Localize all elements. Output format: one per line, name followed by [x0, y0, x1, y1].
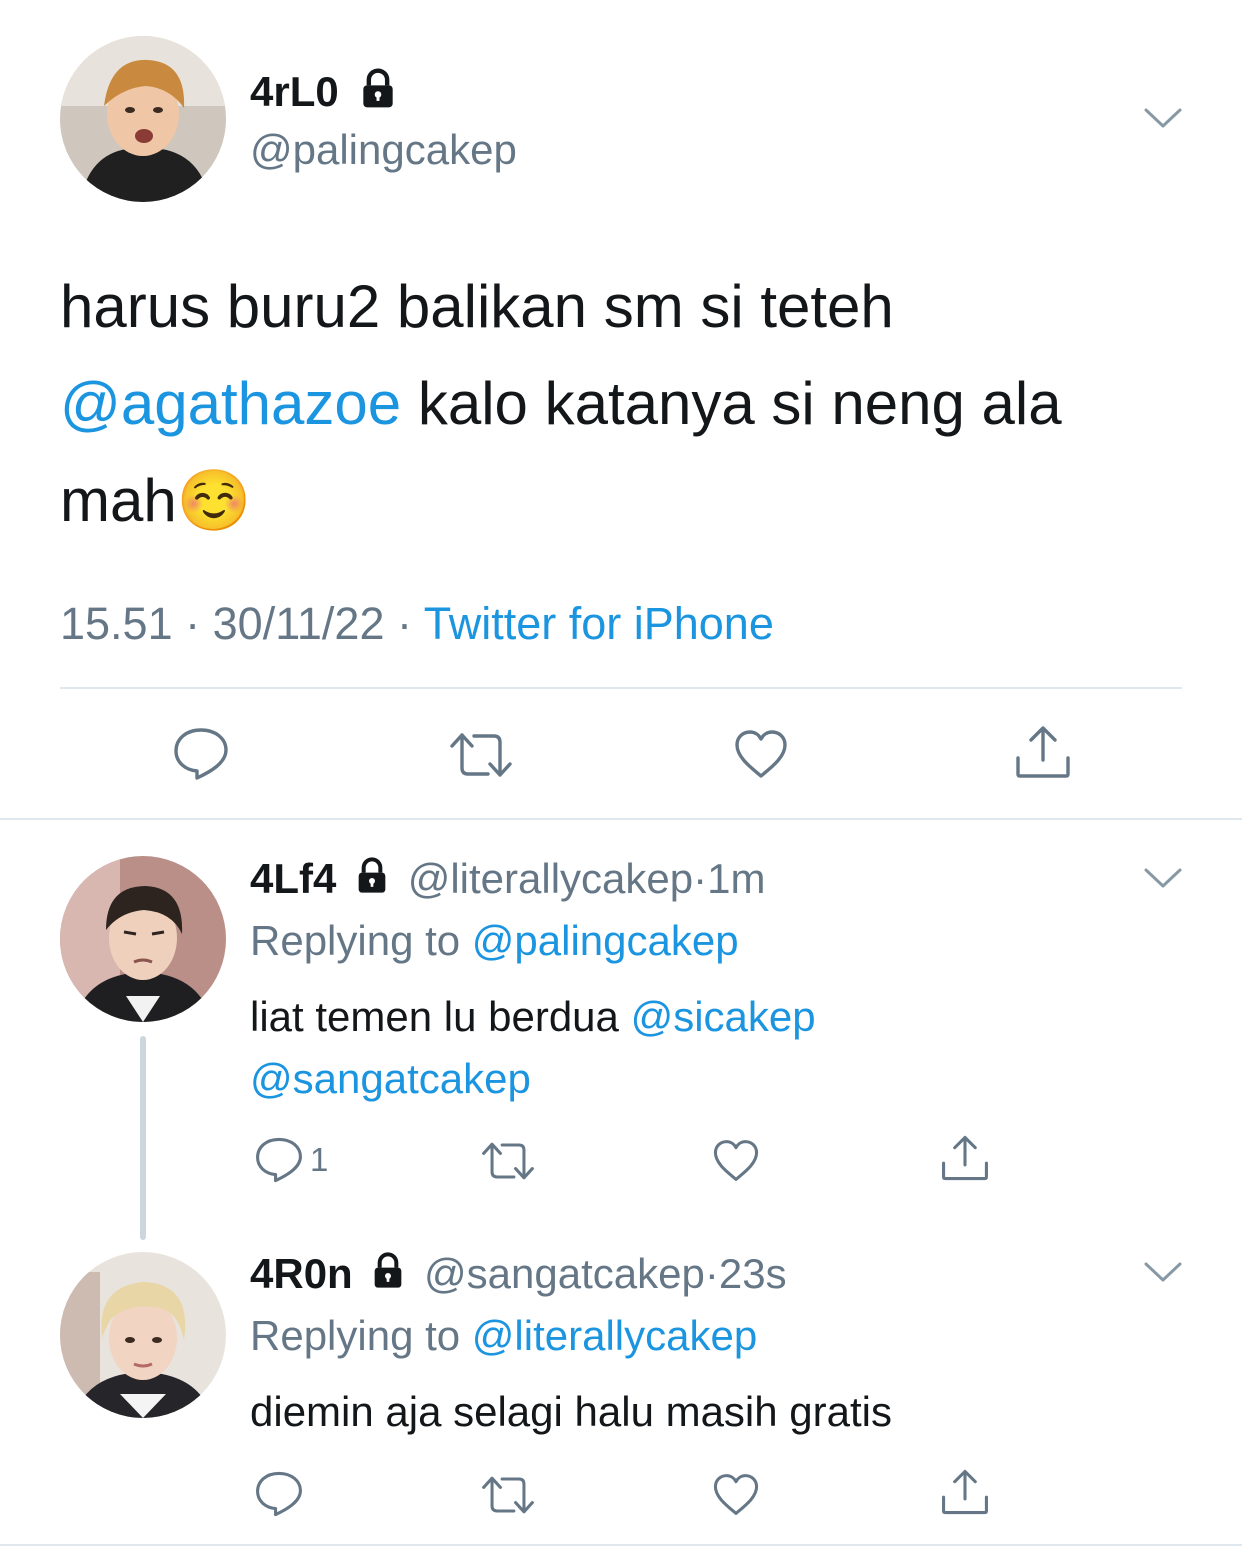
reply-button[interactable]: 1: [254, 1136, 328, 1184]
share-button[interactable]: [1014, 724, 1072, 780]
reply-age: 23s: [718, 1250, 787, 1297]
avatar-image: [60, 1252, 226, 1418]
like-button[interactable]: [733, 728, 789, 780]
avatar[interactable]: [60, 1252, 226, 1418]
display-name[interactable]: 4rL0: [250, 66, 400, 123]
like-icon: [712, 1472, 760, 1517]
meta-separator: ·: [704, 1250, 719, 1297]
retweet-button[interactable]: [480, 1140, 536, 1182]
display-name-text: 4rL0: [250, 68, 339, 115]
like-button[interactable]: [712, 1472, 760, 1517]
retweet-icon: [480, 1140, 536, 1182]
replying-to: Replying to @literallycakep: [250, 1310, 757, 1362]
like-icon: [733, 728, 789, 780]
lock-icon: [356, 67, 400, 123]
tweet-time: 15.51: [60, 598, 173, 649]
tweet-text: harus buru2 balikan sm si teteh @agathaz…: [60, 258, 1190, 549]
replying-label: Replying to: [250, 1312, 472, 1359]
thread-line: [140, 1036, 146, 1240]
lock-icon: [352, 856, 392, 908]
mention-link[interactable]: @sangatcakep: [250, 1055, 531, 1102]
chevron-down-icon[interactable]: [1142, 864, 1184, 894]
meta-separator: ·: [185, 598, 201, 649]
reply-icon: [254, 1136, 304, 1184]
mention-link[interactable]: @agathazoe: [60, 370, 401, 437]
replying-to-link[interactable]: @palingcakep: [472, 917, 739, 964]
avatar-image: [60, 36, 226, 202]
retweet-icon: [448, 730, 514, 780]
reply-text: diemin aja selagi halu masih gratis: [250, 1381, 1150, 1443]
share-icon: [940, 1468, 990, 1516]
divider: [60, 687, 1182, 689]
divider: [0, 1544, 1242, 1546]
display-name[interactable]: 4Lf4: [250, 855, 336, 902]
handle[interactable]: @palingcakep: [250, 124, 517, 176]
lock-icon: [368, 1251, 408, 1303]
share-button[interactable]: [940, 1134, 990, 1182]
mention-link[interactable]: @sicakep: [631, 993, 816, 1040]
reply-header: 4Lf4 @literallycakep·1m: [250, 853, 765, 908]
like-icon: [712, 1138, 760, 1183]
meta-separator: ·: [693, 855, 708, 902]
reply-button[interactable]: [254, 1470, 304, 1518]
display-name[interactable]: 4R0n: [250, 1250, 353, 1297]
avatar-image: [60, 856, 226, 1022]
replying-to-link[interactable]: @literallycakep: [472, 1312, 757, 1359]
avatar[interactable]: [60, 856, 226, 1022]
smiling-emoji: ☺️: [176, 467, 252, 534]
avatar[interactable]: [60, 36, 226, 202]
reply-button[interactable]: [172, 726, 230, 782]
divider: [0, 818, 1242, 820]
chevron-down-icon[interactable]: [1142, 104, 1184, 134]
share-button[interactable]: [940, 1468, 990, 1516]
retweet-button[interactable]: [480, 1474, 536, 1516]
tweet-source-link[interactable]: Twitter for iPhone: [424, 598, 774, 649]
reply-count: 1: [310, 1141, 329, 1178]
reply-icon: [254, 1470, 304, 1518]
reply-header: 4R0n @sangatcakep·23s: [250, 1248, 787, 1303]
replying-to: Replying to @palingcakep: [250, 915, 739, 967]
reply-text-content: diemin aja selagi halu masih gratis: [250, 1388, 892, 1435]
handle[interactable]: @literallycakep: [408, 855, 693, 902]
share-icon: [1014, 724, 1072, 780]
share-icon: [940, 1134, 990, 1182]
tweet-text-part1: harus buru2 balikan sm si teteh: [60, 273, 894, 340]
handle[interactable]: @sangatcakep: [424, 1250, 705, 1297]
replying-label: Replying to: [250, 917, 472, 964]
retweet-icon: [480, 1474, 536, 1516]
chevron-down-icon[interactable]: [1142, 1258, 1184, 1288]
meta-separator: ·: [397, 598, 412, 649]
reply-text-content: liat temen lu berdua: [250, 993, 631, 1040]
like-button[interactable]: [712, 1138, 760, 1183]
retweet-button[interactable]: [448, 730, 514, 780]
reply-age: 1m: [707, 855, 766, 902]
reply-icon: [172, 726, 230, 782]
tweet-meta: 15.51 · 30/11/22 · Twitter for iPhone: [60, 596, 774, 652]
reply-text: liat temen lu berdua @sicakep @sangatcak…: [250, 986, 1150, 1110]
tweet-date: 30/11/22: [212, 598, 385, 649]
